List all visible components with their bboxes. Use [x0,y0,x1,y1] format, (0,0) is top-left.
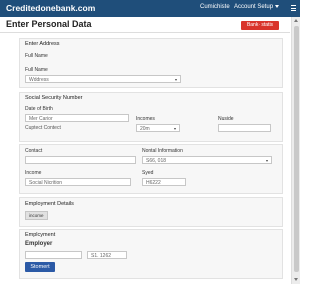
incomes-value: 20m [140,126,150,132]
nav-link-cumichiste[interactable]: Cumichiste [200,4,230,10]
section-address-title: Enter Address [25,41,60,47]
menu-icon[interactable] [291,5,296,11]
full-name-value: Wddress [29,77,49,83]
nontal-information-select[interactable]: S66, 018 [142,156,272,164]
incomes-select[interactable]: 20m [136,124,180,132]
account-setup-label: Account Setup [234,4,274,10]
income-chip[interactable]: income [25,211,48,220]
nav-link-account-setup[interactable]: Account Setup [234,4,280,10]
name-label: Full Name [25,53,48,59]
syed-value: H6222 [146,180,161,186]
syed-label: Syed [142,170,154,176]
full-name-select[interactable]: Wddress [25,75,181,83]
dob-label: Date of Birth [25,106,53,112]
income-label: Income [25,170,42,176]
nontal-information-label: Nontal Information [142,148,183,154]
section-ssn-title: Social Security Number [25,95,83,101]
scrollbar-thumb[interactable] [294,26,299,272]
nontal-information-value: S66, 018 [146,158,167,164]
top-navbar: Creditedonebank.com Cumichiste Account S… [0,0,300,17]
brand-logo[interactable]: Creditedonebank.com [6,3,95,13]
syed-input[interactable]: H6222 [142,178,186,186]
section-employment-details-title: Employment Details [25,201,74,207]
chevron-down-icon [275,4,280,8]
submit-button[interactable]: Stomert [25,262,55,272]
employer-amount-value: S1. 1262 [91,253,112,259]
scroll-up-icon[interactable] [294,19,298,22]
income-input[interactable]: Social Nicrition [25,178,131,186]
page-title: Enter Personal Data [6,19,92,29]
dob-value: Mer Carior [29,116,53,122]
dob-hint: Cuptect Contect [25,125,61,131]
employer-label: Employer [25,241,53,247]
nuside-input[interactable] [218,124,271,132]
full-name-label: Full Name [25,67,48,73]
income-value: Social Nicrition [29,180,63,186]
contact-label: Contact [25,148,43,154]
scroll-down-icon[interactable] [294,278,298,281]
employer-input[interactable] [25,251,82,259]
nuside-label: Nuside [218,116,234,122]
employer-amount-input[interactable]: S1. 1262 [87,251,127,259]
dob-input[interactable]: Mer Carior [25,114,129,122]
contact-input[interactable] [25,156,136,164]
bank-status-button[interactable]: Bank· statis [241,21,279,30]
incomes-label: Incomes [136,116,155,122]
section-employment-title: Emplcyment [25,232,56,238]
